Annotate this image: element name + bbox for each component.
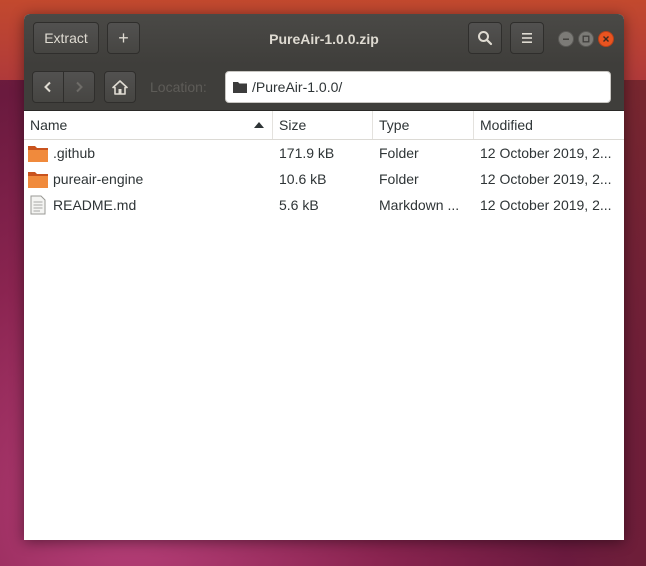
file-name-cell: .github <box>24 140 273 166</box>
add-files-button[interactable]: + <box>107 22 140 54</box>
column-header-size-label: Size <box>279 117 307 133</box>
table-row[interactable]: pureair-engine 10.6 kB Folder 12 October… <box>24 166 624 192</box>
file-type: Folder <box>379 145 419 161</box>
file-modified: 12 October 2019, 2... <box>480 171 612 187</box>
column-header-type-label: Type <box>379 117 410 133</box>
column-header-modified-label: Modified <box>480 117 533 133</box>
file-name: .github <box>53 145 96 161</box>
file-modified: 12 October 2019, 2... <box>480 197 612 213</box>
forward-button[interactable] <box>63 71 95 103</box>
home-icon <box>112 79 128 95</box>
archive-manager-window: PureAir-1.0.0.zip Extract + Location: /P… <box>24 14 624 540</box>
sort-ascending-icon <box>254 122 264 128</box>
close-icon <box>603 36 609 42</box>
chevron-left-icon <box>44 81 51 93</box>
file-modified: 12 October 2019, 2... <box>480 145 612 161</box>
file-name-cell: pureair-engine <box>24 166 273 192</box>
search-button[interactable] <box>468 22 502 54</box>
headerbar: PureAir-1.0.0.zip Extract + <box>24 14 624 64</box>
folder-icon <box>233 82 247 93</box>
hamburger-menu-icon <box>522 33 532 43</box>
column-header-size[interactable]: Size <box>273 111 373 139</box>
column-header-modified[interactable]: Modified <box>474 111 624 139</box>
maximize-button[interactable] <box>578 31 594 47</box>
location-entry[interactable]: /PureAir-1.0.0/ <box>225 71 611 103</box>
search-icon <box>478 31 493 46</box>
location-toolbar: Location: /PureAir-1.0.0/ <box>24 64 624 111</box>
file-list: .github 171.9 kB Folder 12 October 2019,… <box>24 140 624 218</box>
table-row[interactable]: README.md 5.6 kB Markdown ... 12 October… <box>24 192 624 218</box>
column-header-type[interactable]: Type <box>373 111 474 139</box>
file-type: Folder <box>379 171 419 187</box>
file-name-cell: README.md <box>24 192 273 218</box>
table-row[interactable]: .github 171.9 kB Folder 12 October 2019,… <box>24 140 624 166</box>
minimize-icon <box>563 38 569 40</box>
folder-icon <box>28 172 48 188</box>
close-button[interactable] <box>598 31 614 47</box>
text-file-icon <box>30 195 46 215</box>
column-header-row: Name Size Type Modified <box>24 111 624 140</box>
file-type: Markdown ... <box>379 197 460 213</box>
column-header-name[interactable]: Name <box>24 111 273 139</box>
home-button[interactable] <box>104 71 136 103</box>
file-name: README.md <box>53 197 137 213</box>
file-size: 10.6 kB <box>279 171 327 187</box>
folder-icon <box>28 146 48 162</box>
column-header-name-label: Name <box>30 117 68 133</box>
file-size: 171.9 kB <box>279 145 335 161</box>
extract-button[interactable]: Extract <box>33 22 99 54</box>
chevron-right-icon <box>76 81 83 93</box>
add-icon: + <box>118 27 129 48</box>
location-label: Location: <box>150 79 207 95</box>
file-name: pureair-engine <box>53 171 144 187</box>
minimize-button[interactable] <box>558 31 574 47</box>
menu-button[interactable] <box>510 22 544 54</box>
back-button[interactable] <box>32 71 64 103</box>
file-size: 5.6 kB <box>279 197 319 213</box>
location-path: /PureAir-1.0.0/ <box>252 79 343 95</box>
maximize-icon <box>582 35 590 43</box>
